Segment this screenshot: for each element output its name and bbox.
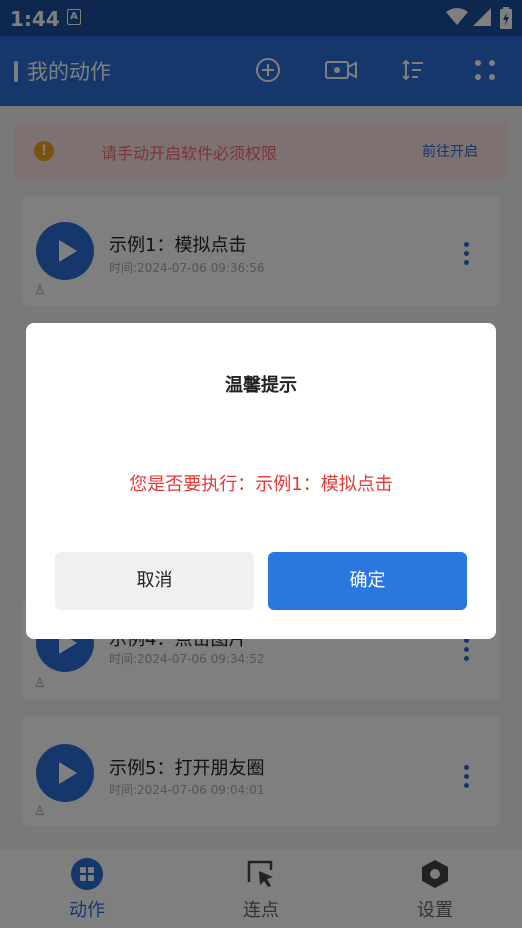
confirm-button[interactable]: 确定 (268, 552, 467, 610)
confirm-dialog: 温馨提示 您是否要执行：示例1：模拟点击 取消 确定 (26, 323, 496, 639)
dialog-title: 温馨提示 (225, 375, 297, 396)
cancel-button[interactable]: 取消 (55, 552, 254, 610)
dialog-message: 您是否要执行：示例1：模拟点击 (129, 474, 393, 495)
